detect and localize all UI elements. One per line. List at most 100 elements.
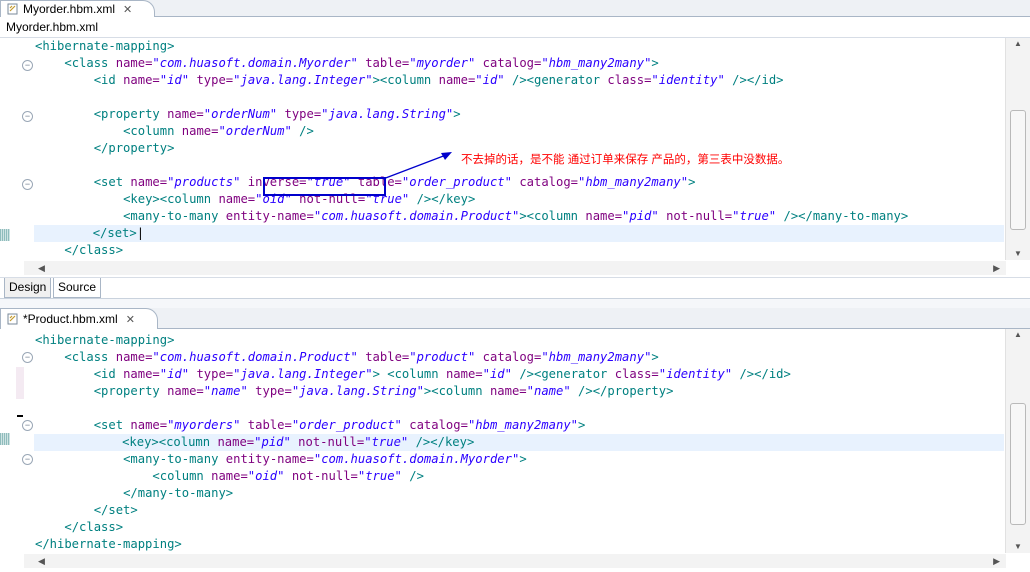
code-line[interactable]: </set>|: [34, 225, 1004, 242]
code-token: >: [651, 56, 659, 70]
code-token: name=: [489, 384, 527, 398]
bottom-source-editor[interactable]: − − − <hibernate-mapping> <class name="c…: [0, 329, 1030, 553]
code-token: "true": [357, 469, 402, 483]
code-line[interactable]: </many-to-many>: [35, 485, 1004, 502]
code-token: >: [688, 175, 696, 189]
code-line[interactable]: <set name="myorders" table="order_produc…: [35, 417, 1004, 434]
code-line[interactable]: <set name="products" inverse="true" tabl…: [35, 174, 1004, 191]
code-token: />: [299, 124, 314, 138]
horizontal-scrollbar[interactable]: ◀ ▶: [24, 554, 1006, 568]
code-line[interactable]: <key><column name="oid" not-null="true" …: [35, 191, 1004, 208]
tab-design[interactable]: Design: [4, 278, 52, 298]
close-icon[interactable]: ✕: [123, 2, 132, 18]
code-area[interactable]: <hibernate-mapping> <class name="com.hua…: [34, 332, 1004, 553]
scroll-right-icon[interactable]: ▶: [993, 554, 1000, 568]
code-line[interactable]: <class name="com.huasoft.domain.Myorder"…: [35, 55, 1004, 72]
code-line[interactable]: </class>: [35, 242, 1004, 259]
code-token: "product": [409, 350, 476, 364]
horizontal-scrollbar[interactable]: ◀ ▶: [24, 261, 1006, 275]
scroll-up-icon[interactable]: ▲: [1006, 329, 1030, 341]
code-token: <key><column: [123, 192, 219, 206]
code-line[interactable]: [35, 89, 1004, 106]
xml-file-icon: [7, 3, 18, 15]
code-area[interactable]: <hibernate-mapping> <class name="com.hua…: [34, 38, 1004, 260]
code-token: name=: [585, 209, 623, 223]
code-token: >: [578, 418, 586, 432]
code-line[interactable]: <key><column name="pid" not-null="true" …: [34, 434, 1004, 451]
code-line[interactable]: </class>: [35, 519, 1004, 536]
tab-myorder-hbm-xml[interactable]: Myorder.hbm.xml ✕: [0, 0, 156, 18]
fold-collapse-icon[interactable]: −: [22, 179, 33, 190]
code-token: <key><column: [122, 435, 218, 449]
fold-collapse-icon[interactable]: −: [22, 420, 33, 431]
code-line[interactable]: <many-to-many entity-name="com.huasoft.d…: [35, 208, 1004, 225]
close-icon[interactable]: ✕: [126, 310, 135, 330]
inverse-highlight-box: [263, 177, 386, 196]
fold-collapse-icon[interactable]: −: [22, 60, 33, 71]
tab-product-hbm-xml[interactable]: *Product.hbm.xml ✕: [0, 308, 158, 329]
tab-label: Myorder.hbm.xml: [23, 2, 116, 16]
code-token: class=: [607, 73, 652, 87]
scroll-down-icon[interactable]: ▼: [1006, 248, 1030, 260]
code-token: entity-name=: [225, 452, 314, 466]
code-line[interactable]: <column name="orderNum" />: [35, 123, 1004, 140]
code-line[interactable]: <column name="oid" not-null="true" />: [35, 468, 1004, 485]
code-token: <class: [64, 350, 116, 364]
code-token: "identity": [651, 73, 725, 87]
code-line[interactable]: <many-to-many entity-name="com.huasoft.d…: [35, 451, 1004, 468]
code-line[interactable]: <id name="id" type="java.lang.Integer"><…: [35, 72, 1004, 89]
code-token: /><generator: [512, 73, 608, 87]
code-token: catalog=: [519, 175, 579, 189]
code-line[interactable]: <hibernate-mapping>: [35, 332, 1004, 349]
code-token: "identity": [658, 367, 733, 381]
code-token: "hbm_many2many": [541, 56, 652, 70]
scroll-left-icon[interactable]: ◀: [38, 261, 45, 275]
code-line[interactable]: <property name="name" type="java.lang.St…: [35, 383, 1004, 400]
code-line[interactable]: </set>: [35, 502, 1004, 519]
code-token: name=: [181, 124, 219, 138]
code-token: "myorders": [167, 418, 241, 432]
code-line[interactable]: [35, 400, 1004, 417]
fold-collapse-icon[interactable]: −: [22, 111, 33, 122]
code-token: >: [519, 452, 527, 466]
fold-collapse-icon[interactable]: −: [22, 454, 33, 465]
scroll-left-icon[interactable]: ◀: [38, 554, 45, 568]
code-token: table=: [365, 56, 410, 70]
scrollbar-thumb[interactable]: [1010, 110, 1026, 230]
code-line[interactable]: <id name="id" type="java.lang.Integer"> …: [35, 366, 1004, 383]
code-line[interactable]: <property name="orderNum" type="java.lan…: [35, 106, 1004, 123]
code-line[interactable]: <hibernate-mapping>: [35, 38, 1004, 55]
change-marker: [0, 229, 10, 241]
vertical-scrollbar[interactable]: ▲ ▼: [1005, 38, 1030, 260]
scroll-right-icon[interactable]: ▶: [993, 261, 1000, 275]
editor-mode-tabs: Design Source: [0, 277, 1030, 298]
code-token: /></id>: [739, 367, 791, 381]
fold-collapse-icon[interactable]: −: [22, 352, 33, 363]
code-token: ><column: [423, 384, 490, 398]
top-source-editor[interactable]: − − − <hibernate-mapping> <class name="c…: [0, 38, 1030, 260]
annotation-ruler: [0, 329, 24, 553]
scroll-down-icon[interactable]: ▼: [1006, 541, 1030, 553]
scrollbar-thumb[interactable]: [1010, 403, 1026, 525]
code-token: /></key>: [415, 435, 475, 449]
tab-source[interactable]: Source: [53, 278, 102, 298]
vertical-scrollbar[interactable]: ▲ ▼: [1005, 329, 1030, 553]
code-token: /></key>: [416, 192, 476, 206]
code-token: "true": [732, 209, 777, 223]
code-token: "java.lang.Integer": [233, 367, 373, 381]
code-token: </hibernate-mapping>: [35, 537, 182, 551]
code-line[interactable]: <class name="com.huasoft.domain.Product"…: [35, 349, 1004, 366]
scroll-up-icon[interactable]: ▲: [1006, 38, 1030, 50]
code-line[interactable]: </hibernate-mapping>: [35, 536, 1004, 553]
